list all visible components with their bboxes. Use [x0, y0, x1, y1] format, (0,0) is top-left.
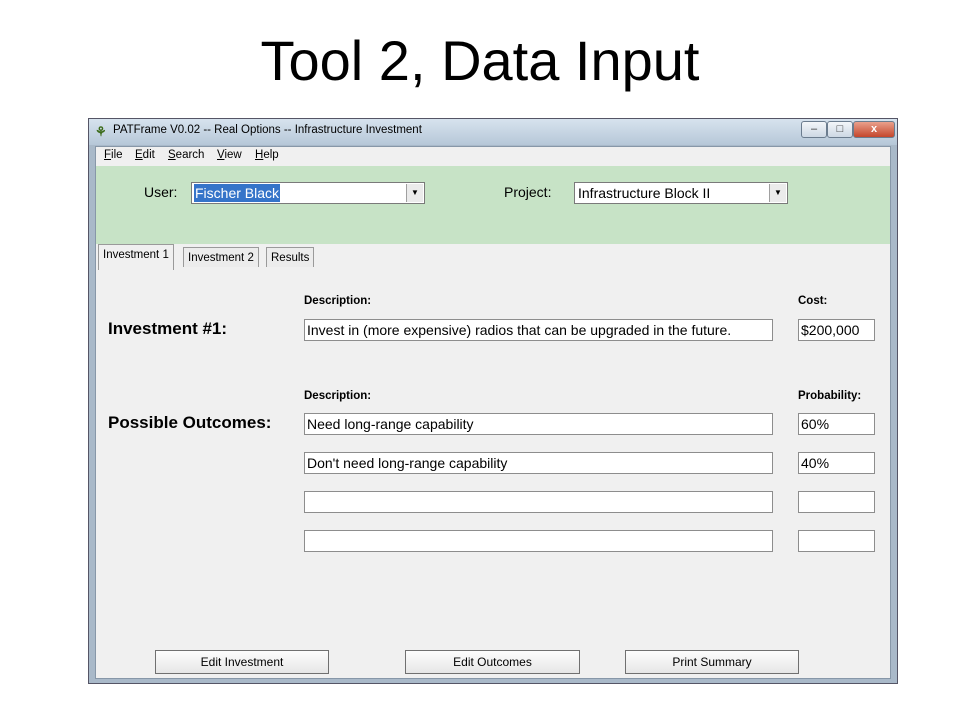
edit-investment-button[interactable]: Edit Investment	[155, 650, 329, 674]
project-select[interactable]: Infrastructure Block II ▼	[574, 182, 788, 204]
app-logo-icon: ⚘	[95, 124, 107, 139]
close-button[interactable]: x	[853, 121, 895, 138]
selection-panel: User: Fischer Black ▼ Project: Infrastru…	[96, 166, 890, 244]
project-label: Project:	[504, 184, 552, 200]
chevron-down-icon[interactable]: ▼	[406, 184, 423, 202]
window-title: PATFrame V0.02 -- Real Options -- Infras…	[113, 124, 422, 136]
tab-investment-2[interactable]: Investment 2	[183, 247, 259, 267]
outcome-probability-field[interactable]	[798, 530, 875, 552]
user-select[interactable]: Fischer Black ▼	[191, 182, 425, 204]
tab-investment-1[interactable]: Investment 1	[98, 244, 174, 270]
slide-title: Tool 2, Data Input	[260, 29, 700, 92]
outcome-description-field[interactable]	[304, 530, 773, 552]
tab-results[interactable]: Results	[266, 247, 315, 267]
menu-help[interactable]: Help	[255, 149, 279, 161]
outcome-description-field[interactable]: Don't need long-range capability	[304, 452, 773, 474]
title-bar[interactable]: ⚘ PATFrame V0.02 -- Real Options -- Infr…	[89, 119, 897, 145]
investment-label: Investment #1:	[108, 319, 228, 338]
outcome-probability-field[interactable]: 40%	[798, 452, 875, 474]
tab-strip: Investment 1 Investment 2 Results	[96, 244, 890, 270]
investment-cost-header: Cost:	[798, 295, 828, 307]
investment-description-field[interactable]: Invest in (more expensive) radios that c…	[304, 319, 773, 341]
maximize-button[interactable]: □	[827, 121, 853, 138]
user-select-value: Fischer Black	[194, 184, 281, 202]
investment-description-header: Description:	[304, 295, 372, 307]
outcome-description-header: Description:	[304, 390, 372, 402]
client-area: File Edit Search View Help User: Fischer…	[95, 146, 891, 679]
outcomes-label: Possible Outcomes:	[108, 413, 272, 432]
menu-file[interactable]: File	[104, 149, 123, 161]
project-select-value: Infrastructure Block II	[578, 185, 711, 201]
outcome-probability-header: Probability:	[798, 390, 862, 402]
edit-outcomes-button[interactable]: Edit Outcomes	[405, 650, 580, 674]
menu-bar: File Edit Search View Help	[96, 147, 890, 165]
menu-search[interactable]: Search	[168, 149, 204, 161]
outcome-probability-field[interactable]	[798, 491, 875, 513]
user-label: User:	[144, 184, 178, 200]
app-window: ⚘ PATFrame V0.02 -- Real Options -- Infr…	[88, 118, 898, 684]
menu-edit[interactable]: Edit	[135, 149, 155, 161]
investment-cost-field[interactable]: $200,000	[798, 319, 875, 341]
outcome-probability-field[interactable]: 60%	[798, 413, 875, 435]
menu-view[interactable]: View	[217, 149, 242, 161]
chevron-down-icon[interactable]: ▼	[769, 184, 786, 202]
print-summary-button[interactable]: Print Summary	[625, 650, 799, 674]
minimize-button[interactable]: –	[801, 121, 827, 138]
outcome-description-field[interactable]	[304, 491, 773, 513]
outcome-description-field[interactable]: Need long-range capability	[304, 413, 773, 435]
